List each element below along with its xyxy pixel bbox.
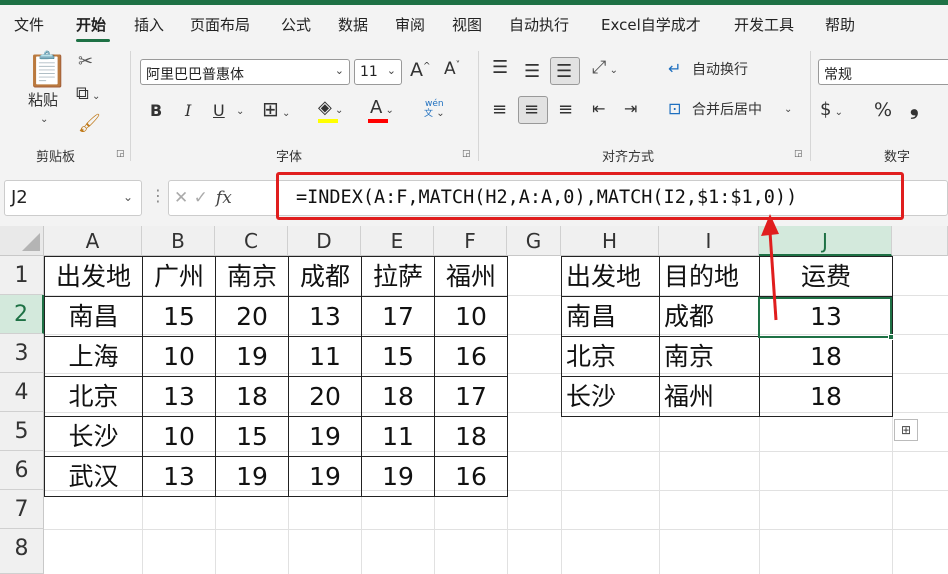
annotation-arrow <box>761 214 779 321</box>
arrow-head <box>761 214 779 236</box>
arrow-shaft <box>768 231 778 321</box>
